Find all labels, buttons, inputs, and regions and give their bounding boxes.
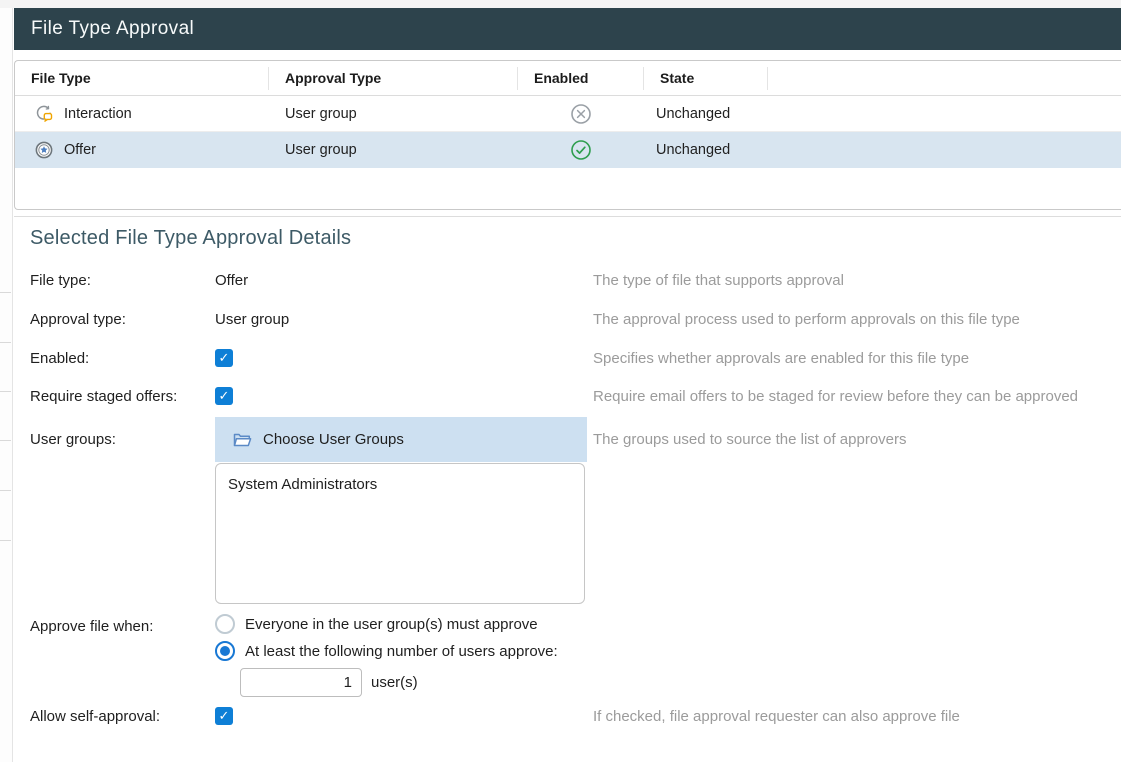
left-edge-line xyxy=(0,490,11,491)
file-type-description: The type of file that supports approval xyxy=(593,270,1121,291)
column-header-file-type: File Type xyxy=(15,67,269,90)
table-row[interactable]: Offer User group Unchanged xyxy=(15,132,1121,168)
user-groups-description: The groups used to source the list of ap… xyxy=(593,417,1121,450)
enabled-description: Specifies whether approvals are enabled … xyxy=(593,348,1121,369)
approval-type-cell: User group xyxy=(269,142,518,158)
page-title: File Type Approval xyxy=(31,18,194,40)
require-staged-offers-label: Require staged offers: xyxy=(30,386,215,407)
left-edge-line xyxy=(0,342,11,343)
left-edge-panel xyxy=(0,8,13,762)
allow-self-approval-label: Allow self-approval: xyxy=(30,706,215,727)
folder-open-icon xyxy=(233,432,252,448)
file-type-label: File type: xyxy=(30,270,215,291)
user-groups-list[interactable]: System Administrators xyxy=(215,463,585,604)
file-type-cell: Interaction xyxy=(15,105,269,123)
radio-option-at-least[interactable]: At least the following number of users a… xyxy=(215,641,1121,661)
allow-self-approval-description: If checked, file approval requester can … xyxy=(593,706,1121,727)
details-form: File type: Offer The type of file that s… xyxy=(14,270,1121,727)
radio-label-everyone: Everyone in the user group(s) must appro… xyxy=(245,616,538,633)
radio-option-everyone[interactable]: Everyone in the user group(s) must appro… xyxy=(215,614,1121,634)
approver-count-unit: user(s) xyxy=(371,674,418,691)
form-row-user-groups: User groups: Choose User Groups System A… xyxy=(14,417,1121,604)
details-section-title: Selected File Type Approval Details xyxy=(30,227,1121,250)
state-cell: Unchanged xyxy=(644,142,768,158)
approver-count-line: user(s) xyxy=(240,668,1121,697)
page-header: File Type Approval xyxy=(14,8,1121,50)
approval-type-cell: User group xyxy=(269,106,518,122)
file-type-name: Offer xyxy=(64,142,96,158)
table-row[interactable]: Interaction User group Unchanged xyxy=(15,96,1121,132)
form-row-approval-type: Approval type: User group The approval p… xyxy=(14,309,1121,330)
file-type-value: Offer xyxy=(215,270,593,291)
left-edge-line xyxy=(0,440,11,441)
approval-type-label: Approval type: xyxy=(30,309,215,330)
form-row-require-staged-offers: Require staged offers: ✓ Require email o… xyxy=(14,386,1121,407)
offer-icon xyxy=(35,141,53,159)
disabled-x-icon xyxy=(570,103,592,125)
allow-self-approval-checkbox[interactable]: ✓ xyxy=(215,707,233,725)
file-type-name: Interaction xyxy=(64,106,132,122)
left-edge-line xyxy=(0,292,11,293)
radio-button-at-least[interactable] xyxy=(215,641,235,661)
enabled-label: Enabled: xyxy=(30,348,215,369)
form-row-allow-self-approval: Allow self-approval: ✓ If checked, file … xyxy=(14,706,1121,727)
file-type-approval-table: File Type Approval Type Enabled State In… xyxy=(14,60,1121,210)
column-header-enabled: Enabled xyxy=(518,67,644,90)
enabled-checkbox[interactable]: ✓ xyxy=(215,349,233,367)
main-panel: File Type Approval File Type Approval Ty… xyxy=(14,8,1121,727)
enabled-check-icon xyxy=(570,139,592,161)
radio-label-at-least: At least the following number of users a… xyxy=(245,643,558,660)
state-cell: Unchanged xyxy=(644,106,768,122)
list-item[interactable]: System Administrators xyxy=(228,476,584,493)
column-header-filler xyxy=(768,67,1121,90)
interaction-icon xyxy=(35,105,53,123)
radio-button-everyone[interactable] xyxy=(215,614,235,634)
require-staged-offers-description: Require email offers to be staged for re… xyxy=(593,386,1121,407)
approval-type-description: The approval process used to perform app… xyxy=(593,309,1121,330)
enabled-cell xyxy=(518,139,644,161)
choose-user-groups-button[interactable]: Choose User Groups xyxy=(215,417,587,462)
choose-user-groups-label: Choose User Groups xyxy=(263,431,404,448)
approve-file-when-label: Approve file when: xyxy=(30,614,215,637)
form-row-enabled: Enabled: ✓ Specifies whether approvals a… xyxy=(14,348,1121,369)
table-empty-area xyxy=(15,168,1121,209)
approver-count-input[interactable] xyxy=(240,668,362,697)
approval-type-value: User group xyxy=(215,309,593,330)
enabled-cell xyxy=(518,103,644,125)
left-edge-line xyxy=(0,540,11,541)
column-header-state: State xyxy=(644,67,768,90)
table-header-row: File Type Approval Type Enabled State xyxy=(15,61,1121,96)
form-row-approve-file-when: Approve file when: Everyone in the user … xyxy=(14,614,1121,697)
user-groups-label: User groups: xyxy=(30,417,215,450)
column-header-approval-type: Approval Type xyxy=(269,67,518,90)
require-staged-offers-checkbox[interactable]: ✓ xyxy=(215,387,233,405)
form-row-file-type: File type: Offer The type of file that s… xyxy=(14,270,1121,291)
section-divider xyxy=(14,216,1121,217)
left-edge-line xyxy=(0,391,11,392)
file-type-cell: Offer xyxy=(15,141,269,159)
top-strip xyxy=(0,0,1121,8)
